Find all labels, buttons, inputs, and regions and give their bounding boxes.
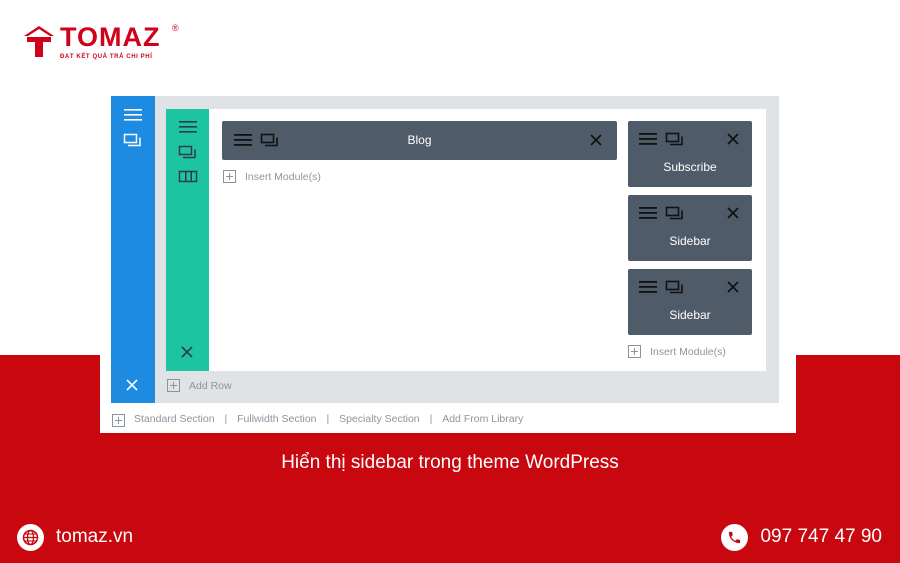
hamburger-icon[interactable] [638,206,658,220]
footer-website: tomaz.vn [17,523,133,551]
logo-t-icon [22,24,56,58]
duplicate-icon[interactable] [123,133,143,147]
phone-icon [721,523,749,551]
hamburger-icon[interactable] [123,108,143,122]
builder-screenshot: Blog Insert Module(s) Subscribe Sidebar … [100,96,796,433]
hamburger-icon[interactable] [638,132,658,146]
plus-icon[interactable] [112,414,125,427]
row-container: Blog Insert Module(s) Subscribe Sidebar … [166,109,766,371]
image-caption: Hiển thị sidebar trong theme WordPress [281,452,619,473]
separator: | [224,413,228,425]
add-from-library-link[interactable]: Add From Library [442,413,523,425]
hamburger-icon[interactable] [638,280,658,294]
separator: | [326,413,330,425]
insert-module-link[interactable]: Insert Module(s) [650,346,726,358]
plus-icon[interactable] [167,379,180,392]
duplicate-icon[interactable] [178,145,198,159]
hamburger-icon[interactable] [178,120,198,134]
module-subscribe[interactable]: Subscribe [628,121,752,187]
fullwidth-section-link[interactable]: Fullwidth Section [237,413,316,425]
module-title: Blog [407,133,432,147]
globe-icon [17,523,44,551]
footer-phone: 097 747 47 90 [721,523,882,551]
standard-section-link[interactable]: Standard Section [134,413,215,425]
duplicate-icon[interactable] [665,132,685,146]
phone-number-text[interactable]: 097 747 47 90 [760,526,882,548]
section-links: Standard Section | Fullwidth Section | S… [134,413,523,429]
module-title: Sidebar [669,234,711,248]
close-icon[interactable] [125,378,139,392]
close-icon[interactable] [726,280,740,294]
section-settings-bar[interactable] [111,96,155,403]
specialty-section-link[interactable]: Specialty Section [339,413,420,425]
module-blog[interactable]: Blog [222,121,617,160]
section-container: Blog Insert Module(s) Subscribe Sidebar … [111,96,779,403]
module-sidebar-2[interactable]: Sidebar [628,269,752,335]
module-title: Subscribe [663,160,717,174]
brand-logo: TOMAZ ® ĐẠT KẾT QUẢ TRẢ CHI PHÍ [22,20,192,66]
website-text[interactable]: tomaz.vn [56,526,133,548]
close-icon[interactable] [726,132,740,146]
duplicate-icon[interactable] [665,280,685,294]
row-settings-bar[interactable] [166,109,209,371]
module-title: Sidebar [669,308,711,322]
close-icon[interactable] [726,206,740,220]
plus-icon[interactable] [628,345,641,358]
module-sidebar-1[interactable]: Sidebar [628,195,752,261]
columns-icon[interactable] [178,170,198,184]
close-icon[interactable] [180,345,194,359]
logo-wordmark: TOMAZ [60,22,161,52]
separator: | [429,413,433,425]
insert-module-link[interactable]: Insert Module(s) [245,171,321,183]
add-row-link[interactable]: Add Row [189,380,232,392]
duplicate-icon[interactable] [665,206,685,220]
registered-mark: ® [172,23,179,33]
close-icon[interactable] [589,133,603,147]
logo-tagline: ĐẠT KẾT QUẢ TRẢ CHI PHÍ [60,54,153,60]
plus-icon[interactable] [223,170,236,183]
